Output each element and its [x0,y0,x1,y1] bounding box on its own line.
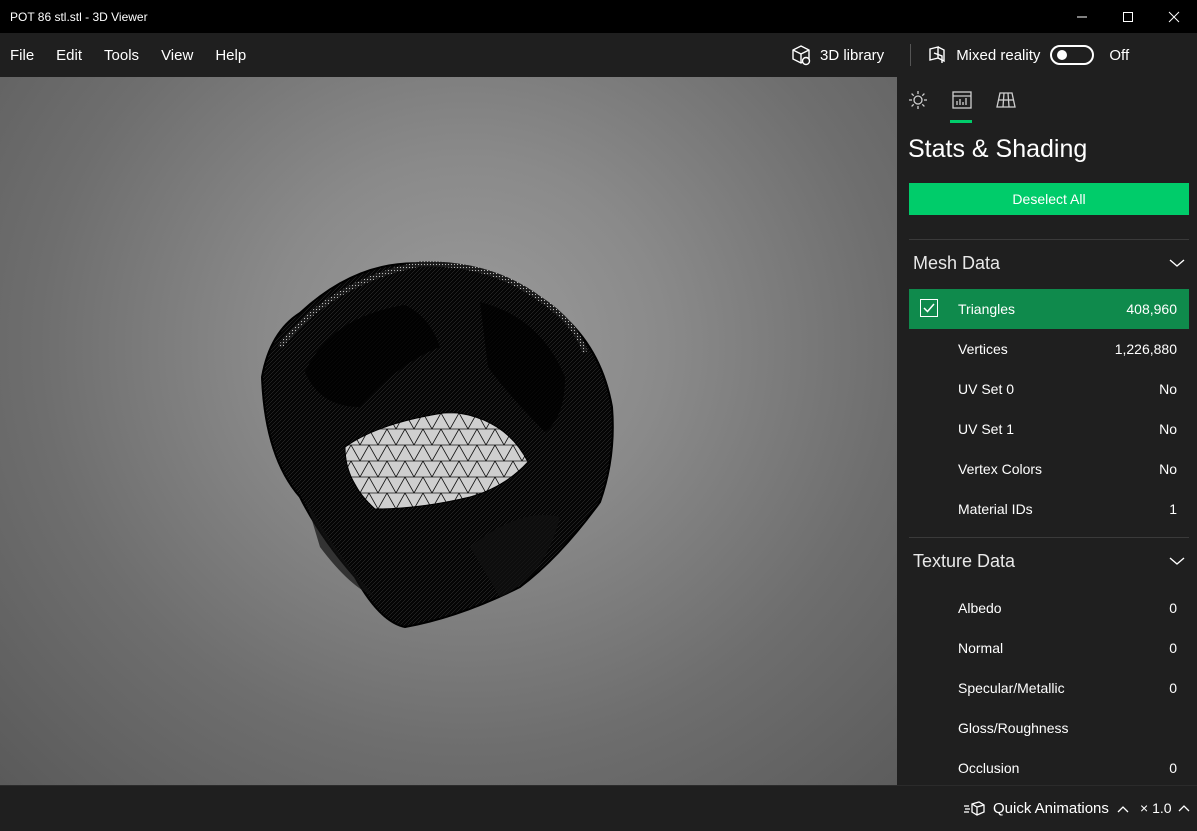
row-label: Occlusion [958,760,1020,776]
triangles-checkbox[interactable] [920,299,938,317]
status-bar: Quick Animations × 1.0 [0,785,1197,831]
checkmark-icon [923,303,935,313]
menu-view[interactable]: View [150,47,204,64]
stats-panel: Stats & Shading Deselect All Mesh Data T… [897,77,1197,785]
toolbar-right: 3D library Mixed reality Off [790,33,1129,77]
tab-stats[interactable] [950,89,973,123]
mixed-reality-button[interactable]: Mixed reality [926,44,1040,66]
mesh-row-uv-set-0[interactable]: UV Set 0 No [909,369,1189,409]
row-label: UV Set 1 [958,421,1015,437]
row-value: 0 [1169,600,1177,616]
row-value: 1,226,880 [1114,341,1177,357]
texture-row-occlusion[interactable]: Occlusion 0 [909,748,1189,785]
3d-library-label: 3D library [820,46,885,64]
row-value: No [1159,381,1177,397]
toolbar-separator [910,44,912,66]
divider [909,239,1189,240]
row-label: Gloss/Roughness [958,720,1069,736]
mixed-reality-label: Mixed reality [956,46,1041,64]
texture-row-gloss-roughness[interactable]: Gloss/Roughness [909,708,1189,748]
maximize-icon [1123,11,1133,22]
texture-row-albedo[interactable]: Albedo 0 [909,588,1189,628]
stats-icon [952,91,972,109]
row-value: No [1159,461,1177,477]
chevron-down-icon [1169,557,1185,565]
row-label: Material IDs [958,501,1033,517]
row-label: Specular/Metallic [958,680,1065,696]
row-value: No [1159,421,1177,437]
menu-help[interactable]: Help [204,47,257,64]
close-button[interactable] [1151,0,1197,33]
tab-lighting[interactable] [907,89,929,111]
grid-icon [996,92,1016,108]
row-value: 0 [1169,680,1177,696]
mesh-row-uv-set-1[interactable]: UV Set 1 No [909,409,1189,449]
menu-bar: File Edit Tools View Help 3D library Mix… [0,33,1197,77]
row-label: Normal [958,640,1004,656]
divider [909,537,1189,538]
panel-title: Stats & Shading [908,135,1088,163]
3d-viewport[interactable] [0,77,897,785]
minimize-icon [1077,16,1087,17]
mesh-data-header[interactable]: Mesh Data [913,248,1189,278]
row-label: Triangles [958,301,1016,317]
texture-data-label: Texture Data [913,550,1016,571]
row-label: Albedo [958,600,1002,616]
window-title: POT 86 stl.stl - 3D Viewer [10,9,148,24]
row-label: Vertices [958,341,1008,357]
title-bar: POT 86 stl.stl - 3D Viewer [0,0,1197,33]
mesh-row-material-ids[interactable]: Material IDs 1 [909,489,1189,529]
sun-icon [909,91,927,109]
animation-icon [964,800,985,816]
texture-row-normal[interactable]: Normal 0 [909,628,1189,668]
row-value: 0 [1169,760,1177,776]
tab-grid[interactable] [995,89,1017,111]
minimize-button[interactable] [1059,0,1105,33]
mesh-data-label: Mesh Data [913,252,1001,273]
menu-file[interactable]: File [0,47,45,64]
quick-animations-button[interactable]: Quick Animations [963,800,1129,817]
row-value: 408,960 [1126,301,1177,317]
toggle-knob [1057,50,1068,60]
toggle-state-label: Off [1109,46,1130,64]
texture-row-specular-metallic[interactable]: Specular/Metallic 0 [909,668,1189,708]
chevron-up-icon [1178,805,1189,812]
mesh-row-vertex-colors[interactable]: Vertex Colors No [909,449,1189,489]
maximize-button[interactable] [1105,0,1151,33]
row-value: 1 [1169,501,1177,517]
chevron-down-icon [1169,259,1185,267]
3d-model-render[interactable] [0,77,897,785]
close-icon [1168,11,1180,22]
texture-data-header[interactable]: Texture Data [913,546,1189,576]
chevron-up-icon [1117,805,1129,812]
mixed-reality-toggle[interactable] [1050,45,1095,65]
mesh-row-triangles[interactable]: Triangles 408,960 [909,289,1189,329]
deselect-all-button[interactable]: Deselect All [909,183,1189,215]
menu-edit[interactable]: Edit [45,47,93,64]
quick-animations-label: Quick Animations [993,800,1109,817]
menu-tools[interactable]: Tools [93,47,150,64]
row-label: Vertex Colors [958,461,1043,477]
3d-library-button[interactable]: 3D library [790,44,884,66]
cube-icon [792,45,811,66]
window-controls [1059,0,1197,33]
row-label: UV Set 0 [958,381,1015,397]
mixed-reality-icon [929,46,945,63]
panel-tabs [907,89,1017,123]
row-value: 0 [1169,640,1177,656]
mesh-row-vertices[interactable]: Vertices 1,226,880 [909,329,1189,369]
animation-speed-button[interactable]: × 1.0 [1140,800,1190,816]
animation-speed-value: × 1.0 [1140,800,1172,816]
